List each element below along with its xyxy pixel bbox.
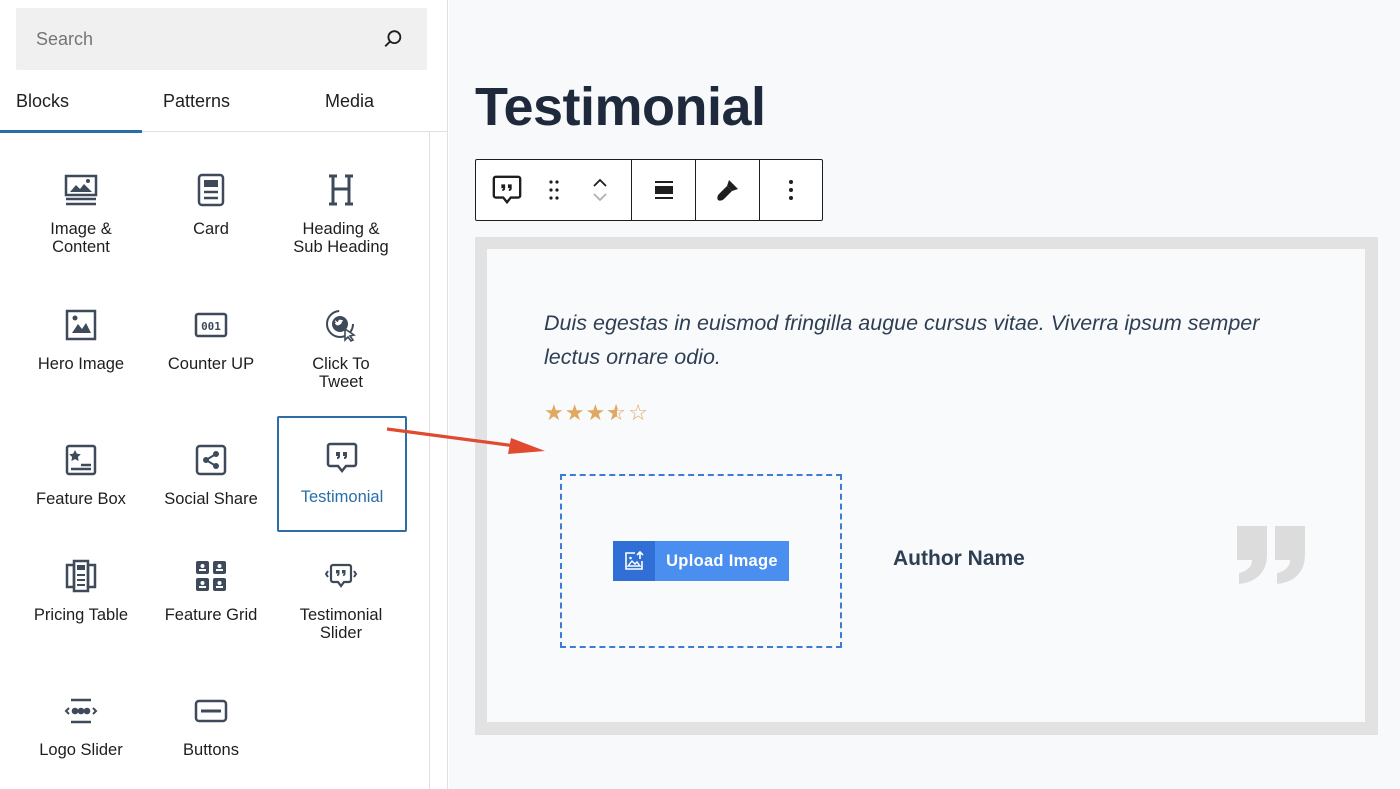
- block-social-share[interactable]: Social Share: [146, 418, 276, 534]
- star-full-icon: ★: [544, 400, 564, 425]
- block-label: Logo Slider: [39, 741, 123, 759]
- block-hero-image[interactable]: Hero Image: [16, 283, 146, 399]
- card-icon: [191, 170, 231, 210]
- block-label: Hero Image: [37, 355, 125, 373]
- toolbar-group-block: [476, 160, 632, 220]
- image-upload-icon: [613, 541, 655, 581]
- block-logo-slider[interactable]: Logo Slider: [16, 669, 146, 785]
- block-buttons[interactable]: Buttons: [146, 669, 276, 785]
- block-label: Heading & Sub Heading: [293, 220, 389, 256]
- block-card[interactable]: Card: [146, 148, 276, 264]
- testimonial-block-icon[interactable]: [476, 160, 538, 220]
- testimonial-icon: [322, 438, 362, 478]
- star-half-icon: ★ ☆: [606, 400, 626, 425]
- block-feature-grid[interactable]: Feature Grid: [146, 534, 276, 650]
- block-toolbar: [475, 159, 823, 221]
- hero-image-icon: [61, 305, 101, 345]
- author-image-dropzone[interactable]: Upload Image: [560, 474, 842, 648]
- tweet-icon: [321, 305, 361, 345]
- block-heading[interactable]: Heading & Sub Heading: [276, 148, 406, 264]
- block-label: Feature Grid: [164, 606, 258, 624]
- block-click-to-tweet[interactable]: Click To Tweet: [276, 283, 406, 399]
- search-icon[interactable]: [379, 25, 407, 53]
- move-down-icon[interactable]: [592, 192, 608, 202]
- pricing-table-icon: [61, 556, 101, 596]
- block-inserter-sidebar: Blocks Patterns Media Image & Content Ca…: [0, 0, 448, 789]
- star-full-icon: ★: [585, 400, 606, 425]
- star-empty-icon: ☆: [628, 400, 648, 425]
- block-testimonial-slider[interactable]: Testimonial Slider: [276, 534, 406, 650]
- block-image-content[interactable]: Image & Content: [16, 148, 146, 264]
- block-label: Testimonial: [300, 488, 384, 506]
- testimonial-quote[interactable]: Duis egestas in euismod fringilla augue …: [544, 306, 1304, 374]
- block-label: Feature Box: [36, 490, 126, 508]
- block-label: Counter UP: [167, 355, 255, 373]
- search-input[interactable]: [36, 28, 379, 50]
- tab-blocks[interactable]: Blocks: [0, 70, 142, 133]
- upload-image-label: Upload Image: [666, 551, 778, 570]
- more-options-icon[interactable]: [760, 160, 822, 220]
- star-full-icon: ★: [564, 400, 585, 425]
- drag-handle-icon[interactable]: [538, 160, 570, 220]
- annotation-arrow-icon: [386, 427, 545, 454]
- editor-canvas: Testimonial Duis egestas in euismod frin…: [449, 0, 1400, 789]
- block-label: Social Share: [164, 490, 258, 508]
- move-up-icon[interactable]: [592, 178, 608, 188]
- scrollbar[interactable]: [429, 132, 430, 789]
- feature-box-icon: [61, 440, 101, 480]
- paintbrush-icon[interactable]: [696, 160, 759, 220]
- upload-image-button[interactable]: Upload Image: [613, 541, 789, 581]
- block-label: Card: [193, 220, 229, 238]
- block-label: Testimonial Slider: [299, 606, 383, 642]
- feature-grid-icon: [191, 556, 231, 596]
- align-icon[interactable]: [632, 160, 695, 220]
- toolbar-group-style: [696, 160, 760, 220]
- block-counter-up[interactable]: 001 Counter UP: [146, 283, 276, 399]
- quote-mark-icon: [1233, 524, 1309, 591]
- toolbar-group-more: [760, 160, 822, 220]
- page-title[interactable]: Testimonial: [475, 76, 766, 138]
- star-rating[interactable]: ★ ★ ★ ★ ☆ ☆: [544, 402, 648, 424]
- block-pricing-table[interactable]: Pricing Table: [16, 534, 146, 650]
- author-name[interactable]: Author Name: [893, 547, 1025, 571]
- search-box: [16, 8, 427, 70]
- block-label: Image & Content: [50, 220, 112, 256]
- testimonial-block[interactable]: Duis egestas in euismod fringilla augue …: [475, 237, 1378, 735]
- block-feature-box[interactable]: Feature Box: [16, 418, 146, 534]
- inserter-tabs: Blocks Patterns Media: [0, 70, 447, 133]
- move-buttons: [570, 160, 630, 220]
- block-label: Buttons: [183, 741, 239, 759]
- share-icon: [191, 440, 231, 480]
- image-content-icon: [61, 170, 101, 210]
- buttons-icon: [191, 691, 231, 731]
- block-label: Click To Tweet: [312, 355, 370, 391]
- svg-text:001: 001: [201, 320, 221, 333]
- toolbar-group-align: [632, 160, 696, 220]
- testimonial-slider-icon: [321, 556, 361, 596]
- block-label: Pricing Table: [33, 606, 129, 624]
- tab-patterns[interactable]: Patterns: [142, 70, 272, 132]
- logo-slider-icon: [61, 691, 101, 731]
- tab-media[interactable]: Media: [272, 70, 447, 132]
- heading-icon: [321, 170, 361, 210]
- testimonial-card: Duis egestas in euismod fringilla augue …: [487, 249, 1365, 722]
- counter-icon: 001: [191, 305, 231, 345]
